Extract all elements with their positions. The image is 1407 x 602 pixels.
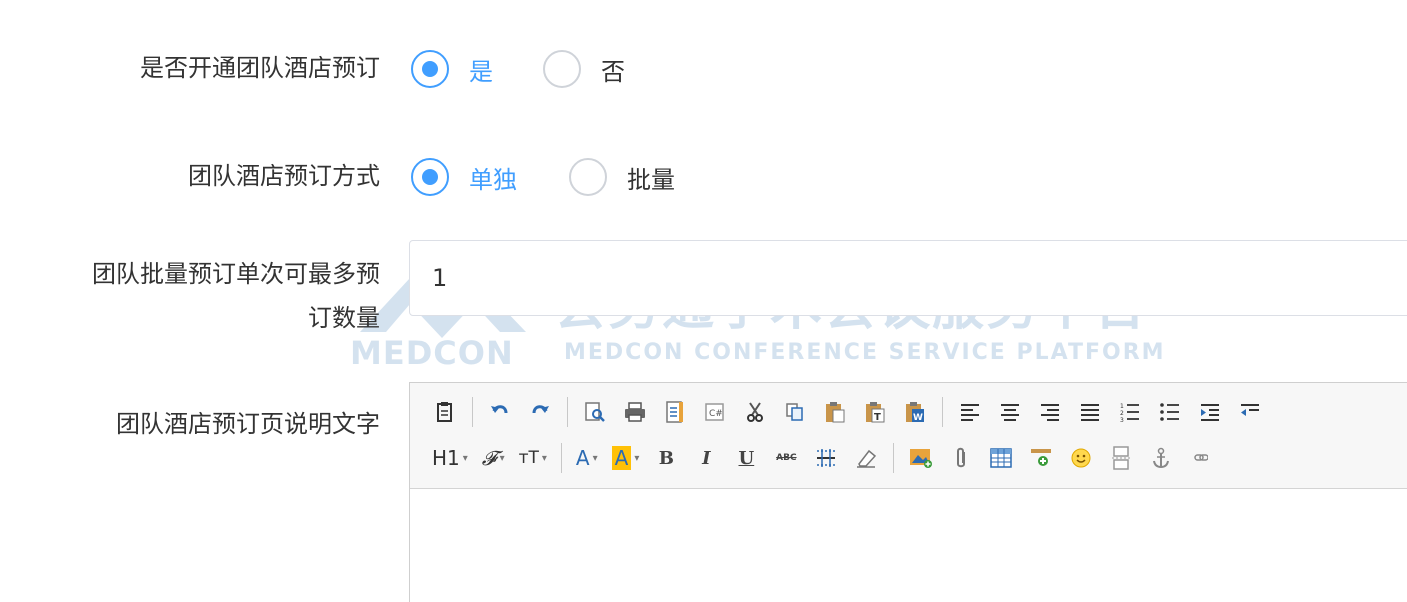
radio-no-label: 否 bbox=[601, 57, 625, 86]
background-color-dropdown[interactable]: A ▾ bbox=[611, 446, 640, 470]
radio-batch-label: 批量 bbox=[627, 165, 675, 194]
align-left-icon[interactable] bbox=[957, 399, 983, 425]
toolbar-row-2: H1 ▾ 𝓕 ▾ тT ▾ A ▾ A ▾ B I U ABC bbox=[432, 435, 1407, 481]
paste-word-icon[interactable]: W bbox=[902, 399, 928, 425]
svg-text:1: 1 bbox=[1120, 403, 1124, 410]
toolbar-separator bbox=[560, 443, 562, 473]
svg-text:3: 3 bbox=[1120, 417, 1124, 422]
watermark-logo-text: MEDCON bbox=[350, 334, 514, 372]
watermark-english: MEDCON CONFERENCE SERVICE PLATFORM bbox=[564, 340, 1166, 365]
attachment-icon[interactable] bbox=[948, 445, 974, 471]
font-color-dropdown-label: A bbox=[575, 446, 590, 470]
code-icon[interactable]: C# bbox=[702, 399, 728, 425]
batch-max-value: 1 bbox=[432, 264, 448, 292]
copy-icon[interactable] bbox=[782, 399, 808, 425]
chevron-down-icon: ▾ bbox=[592, 452, 598, 464]
heading-dropdown[interactable]: H1 ▾ bbox=[432, 446, 468, 470]
font-color-dropdown[interactable]: A ▾ bbox=[576, 446, 598, 470]
paste-icon[interactable] bbox=[822, 399, 848, 425]
strikethrough-button[interactable]: ABC bbox=[773, 445, 799, 471]
editor-toolbar: C# T W 1 2 3 H1 ▾ 𝓕 ▾ тT ▾ A ▾ A ▾ B I U… bbox=[410, 383, 1407, 489]
svg-text:W: W bbox=[913, 413, 923, 423]
chevron-down-icon: ▾ bbox=[541, 452, 547, 464]
font-family-dropdown[interactable]: 𝓕 ▾ bbox=[482, 446, 505, 470]
radio-circle[interactable] bbox=[411, 158, 449, 196]
toolbar-row-1: C# T W 1 2 3 bbox=[432, 389, 1407, 435]
bold-button[interactable]: B bbox=[653, 445, 679, 471]
heading-dropdown-label: H1 bbox=[432, 446, 460, 470]
ordered-list-icon[interactable]: 123 bbox=[1117, 399, 1143, 425]
radio-circle[interactable] bbox=[543, 50, 581, 88]
group-booking-mode-label: 团队酒店预订方式 bbox=[188, 162, 380, 190]
anchor-icon[interactable] bbox=[1148, 445, 1174, 471]
toolbar-separator bbox=[893, 443, 895, 473]
background-color-dropdown-label: A bbox=[611, 446, 632, 470]
radio-single[interactable]: 单独 bbox=[411, 158, 517, 196]
chevron-down-icon: ▾ bbox=[634, 452, 640, 464]
page-break-icon[interactable] bbox=[1108, 445, 1134, 471]
horizontal-rule-icon[interactable] bbox=[813, 445, 839, 471]
print-icon[interactable] bbox=[622, 399, 648, 425]
undo-icon[interactable] bbox=[487, 399, 513, 425]
emoticon-icon[interactable] bbox=[1068, 445, 1094, 471]
indent-icon[interactable] bbox=[1197, 399, 1223, 425]
source-icon[interactable] bbox=[432, 399, 458, 425]
group-hotel-booking-label: 是否开通团队酒店预订 bbox=[140, 54, 380, 82]
batch-max-input[interactable]: 1 bbox=[409, 240, 1407, 316]
batch-max-label-line2: 订数量 bbox=[308, 304, 380, 332]
radio-yes-label: 是 bbox=[469, 57, 493, 86]
rich-text-editor[interactable]: C# T W 1 2 3 H1 ▾ 𝓕 ▾ тT ▾ A ▾ A ▾ B I U… bbox=[409, 382, 1407, 602]
align-center-icon[interactable] bbox=[997, 399, 1023, 425]
radio-no[interactable]: 否 bbox=[543, 50, 625, 88]
toolbar-separator bbox=[567, 397, 568, 427]
radio-yes[interactable]: 是 bbox=[411, 50, 493, 88]
align-justify-icon[interactable] bbox=[1077, 399, 1103, 425]
table-icon[interactable] bbox=[988, 445, 1014, 471]
toolbar-separator bbox=[472, 397, 473, 427]
editor-content-area[interactable] bbox=[410, 489, 1407, 602]
template-icon[interactable] bbox=[662, 399, 688, 425]
chevron-down-icon: ▾ bbox=[462, 452, 468, 464]
radio-batch[interactable]: 批量 bbox=[569, 158, 675, 196]
link-icon[interactable] bbox=[1188, 445, 1214, 471]
font-family-dropdown-label: 𝓕 bbox=[481, 446, 497, 470]
group-booking-mode-radio-group: 单独 批量 bbox=[411, 158, 675, 196]
italic-button[interactable]: I bbox=[693, 445, 719, 471]
batch-max-label-line1: 团队批量预订单次可最多预 bbox=[92, 260, 380, 288]
redo-icon[interactable] bbox=[527, 399, 553, 425]
svg-text:2: 2 bbox=[1120, 410, 1124, 417]
svg-text:T: T bbox=[874, 412, 881, 423]
radio-circle[interactable] bbox=[569, 158, 607, 196]
toolbar-separator bbox=[942, 397, 943, 427]
preview-icon[interactable] bbox=[582, 399, 608, 425]
underline-button[interactable]: U bbox=[733, 445, 759, 471]
align-right-icon[interactable] bbox=[1037, 399, 1063, 425]
eraser-icon[interactable] bbox=[853, 445, 879, 471]
outdent-icon[interactable] bbox=[1237, 399, 1263, 425]
chevron-down-icon: ▾ bbox=[499, 452, 505, 464]
insert-image-icon[interactable] bbox=[908, 445, 934, 471]
radio-circle[interactable] bbox=[411, 50, 449, 88]
group-hotel-booking-radio-group: 是 否 bbox=[411, 50, 625, 88]
paste-text-icon[interactable]: T bbox=[862, 399, 888, 425]
insert-row-icon[interactable] bbox=[1028, 445, 1054, 471]
svg-text:C#: C# bbox=[709, 409, 723, 419]
description-label: 团队酒店预订页说明文字 bbox=[116, 410, 380, 438]
font-size-dropdown-label: тT bbox=[518, 448, 539, 468]
cut-icon[interactable] bbox=[742, 399, 768, 425]
radio-single-label: 单独 bbox=[469, 165, 517, 194]
unordered-list-icon[interactable] bbox=[1157, 399, 1183, 425]
font-size-dropdown[interactable]: тT ▾ bbox=[519, 448, 547, 468]
